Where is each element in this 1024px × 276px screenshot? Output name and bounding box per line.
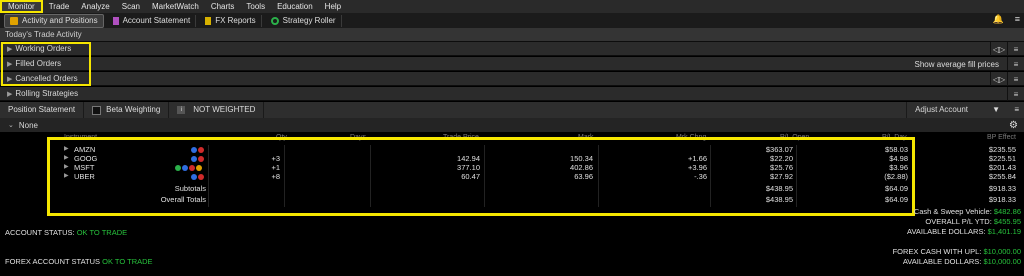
chevron-down-icon: ⌄ — [8, 122, 14, 129]
menu-marketwatch[interactable]: MarketWatch — [146, 0, 205, 13]
grouping-label: None — [18, 120, 38, 130]
forex-status-value: OK TO TRADE — [102, 257, 153, 266]
forex-cash: FOREX CASH WITH UPL: $10,000.00 — [893, 247, 1021, 256]
cash-value: $482.86 — [993, 207, 1021, 216]
bp-effect: $235.55 — [988, 145, 1016, 154]
row-menu-icon[interactable]: ≡ — [1008, 90, 1024, 99]
menu-analyze[interactable]: Analyze — [75, 0, 115, 13]
collapse-icon[interactable]: ▼ — [992, 102, 1000, 118]
bp-effect: $255.84 — [988, 172, 1016, 181]
bp-effect: $225.51 — [988, 154, 1016, 163]
tab-fx-reports[interactable]: FX Reports — [200, 14, 262, 27]
available-value: $1,401.19 — [987, 227, 1021, 236]
fx-report-icon — [205, 16, 212, 25]
orders-highlight-box — [1, 42, 91, 86]
expand-icon[interactable]: ◁▷ — [991, 75, 1007, 84]
adjust-account-button[interactable]: Adjust Account — [906, 102, 976, 118]
beta-weighting-toggle[interactable]: Beta Weighting — [84, 102, 170, 118]
cancelled-orders-row[interactable]: ▶ Cancelled Orders ◁▷ ≡ — [0, 72, 1024, 86]
roller-icon — [270, 16, 279, 25]
position-menu-icon[interactable]: ≡ — [1014, 102, 1019, 118]
chevron-right-icon: ▶ — [7, 90, 13, 98]
menu-trade[interactable]: Trade — [43, 0, 76, 13]
position-statement-title: Position Statement — [0, 102, 85, 118]
forex-status-label: FOREX ACCOUNT STATUS — [5, 257, 101, 266]
position-statement-bar: Position Statement Beta Weighting i NOT … — [0, 102, 1024, 118]
menu-scan[interactable]: Scan — [116, 0, 146, 13]
working-orders-row[interactable]: ▶ Working Orders ◁▷ ≡ — [0, 42, 1024, 56]
monitor-subtabs: Activity and Positions Account Statement… — [0, 13, 1024, 28]
beta-weighting-select[interactable]: i NOT WEIGHTED — [169, 102, 265, 118]
col-bp-effect[interactable]: BP Effect — [987, 134, 1016, 141]
trade-activity-header: Today's Trade Activity — [0, 28, 1024, 42]
row-menu-icon[interactable]: ≡ — [1008, 75, 1024, 84]
tab-strategy-roller[interactable]: Strategy Roller — [266, 14, 342, 27]
rolling-strategies-row[interactable]: ▶ Rolling Strategies ≡ — [0, 87, 1024, 101]
subtotal-bp: $918.33 — [988, 184, 1016, 193]
account-status-value: OK TO TRADE — [76, 228, 128, 237]
expand-icon[interactable]: ◁▷ — [991, 45, 1007, 54]
menu-help[interactable]: Help — [319, 0, 347, 13]
rolling-strategies-label: Rolling Strategies — [15, 89, 79, 98]
document-icon — [112, 16, 119, 25]
tab-label: Account Statement — [122, 16, 191, 25]
menu-tools[interactable]: Tools — [240, 0, 271, 13]
gear-icon[interactable]: ⚙ — [1009, 120, 1018, 131]
not-weighted-label: NOT WEIGHTED — [193, 105, 256, 114]
overall-pl-value: $455.95 — [993, 217, 1021, 226]
show-average-fill-prices[interactable]: Show average fill prices — [915, 60, 1007, 69]
forex-available-dollars: AVAILABLE DOLLARS: $10,000.00 — [903, 257, 1021, 266]
info-icon: i — [177, 106, 186, 114]
menu-education[interactable]: Education — [271, 0, 319, 13]
grouping-bar[interactable]: ⌄ None ⚙ — [0, 118, 1024, 132]
tab-label: FX Reports — [215, 16, 256, 25]
cash-label: Cash & Sweep Vehicle: — [913, 207, 992, 216]
tab-activity-positions[interactable]: Activity and Positions — [4, 13, 104, 28]
menu-charts[interactable]: Charts — [205, 0, 241, 13]
account-status-label: ACCOUNT STATUS: — [5, 228, 75, 237]
fx-available-value: $10,000.00 — [983, 257, 1021, 266]
fx-available-label: AVAILABLE DOLLARS: — [902, 257, 982, 266]
overall-pl-label: OVERALL P/L YTD: — [925, 217, 992, 226]
tab-label: Strategy Roller — [282, 16, 336, 25]
fx-cash-label: FOREX CASH WITH UPL: — [892, 247, 982, 256]
menu-lines-icon[interactable]: ≡ — [1015, 14, 1020, 24]
row-menu-icon[interactable]: ≡ — [1008, 60, 1024, 69]
row-menu-icon[interactable]: ≡ — [1008, 45, 1024, 54]
tab-label: Activity and Positions — [22, 16, 98, 25]
menu-monitor[interactable]: Monitor — [0, 0, 43, 13]
main-menu-bar: Monitor Trade Analyze Scan MarketWatch C… — [0, 0, 1024, 14]
account-status: ACCOUNT STATUS: OK TO TRADE — [5, 228, 127, 237]
overall-bp: $918.33 — [988, 195, 1016, 204]
filled-orders-row[interactable]: ▶ Filled Orders Show average fill prices… — [0, 57, 1024, 71]
beta-weighting-label: Beta Weighting — [106, 105, 161, 114]
folder-icon — [10, 16, 18, 25]
cash-sweep: Cash & Sweep Vehicle: $482.86 — [914, 207, 1021, 216]
fx-cash-value: $10,000.00 — [983, 247, 1021, 256]
overall-pl-ytd: OVERALL P/L YTD: $455.95 — [925, 217, 1021, 226]
positions-highlight-box — [47, 137, 915, 216]
available-label: AVAILABLE DOLLARS: — [907, 227, 986, 236]
beta-weighting-checkbox[interactable] — [92, 105, 102, 115]
bp-effect: $201.43 — [988, 163, 1016, 172]
bell-icon[interactable]: 🔔 — [993, 14, 1004, 25]
trade-activity-title: Today's Trade Activity — [5, 30, 82, 39]
forex-account-status: FOREX ACCOUNT STATUS OK TO TRADE — [5, 257, 153, 266]
tab-account-statement[interactable]: Account Statement — [108, 14, 197, 27]
available-dollars: AVAILABLE DOLLARS: $1,401.19 — [907, 227, 1021, 236]
